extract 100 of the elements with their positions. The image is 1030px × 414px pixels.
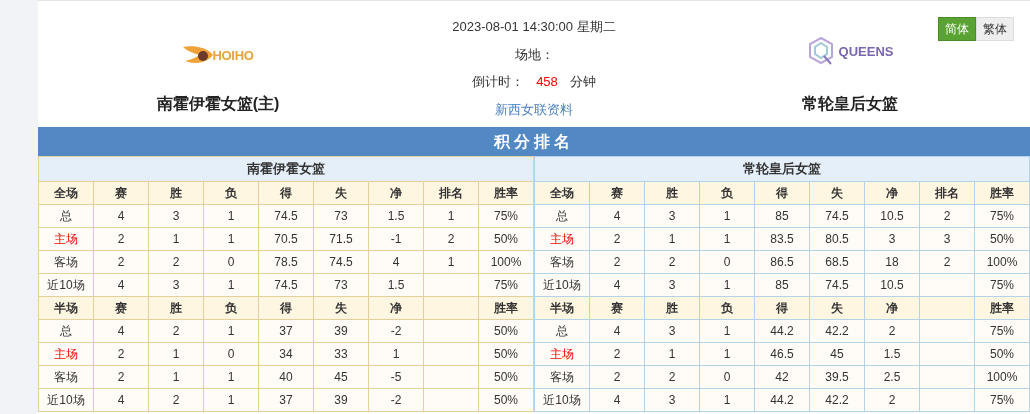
table-cell: 1 xyxy=(668,232,676,246)
table-cell: 2 xyxy=(117,232,125,246)
column-header: 排名 xyxy=(935,186,959,200)
table-cell: 客场 xyxy=(550,255,574,269)
table-cell: 1 xyxy=(447,255,455,269)
table-cell: 2 xyxy=(172,393,180,407)
table-cell: 83.5 xyxy=(770,232,794,246)
column-header: 失 xyxy=(831,186,843,200)
table-cell: 2 xyxy=(117,370,125,384)
countdown-label: 倒计时： xyxy=(472,73,525,91)
table-cell: 2 xyxy=(613,255,621,269)
table-cell: 1 xyxy=(227,232,235,246)
column-header: 负 xyxy=(721,301,733,315)
table-cell: 3 xyxy=(172,278,180,292)
column-header: 胜率 xyxy=(990,186,1014,200)
table-cell: 1 xyxy=(447,209,455,223)
table-cell: 75% xyxy=(990,324,1014,338)
table-cell: 45 xyxy=(334,370,348,384)
column-header: 半场 xyxy=(550,301,574,315)
table-cell: 4 xyxy=(392,255,400,269)
column-header: 胜率 xyxy=(494,301,518,315)
table-cell: 100% xyxy=(986,255,1018,269)
table-cell: 2 xyxy=(888,393,896,407)
table-cell: 42.2 xyxy=(825,393,849,407)
table-cell: 2.5 xyxy=(883,370,901,384)
table-cell: 4 xyxy=(613,324,621,338)
table-cell: 1 xyxy=(172,232,180,246)
table-cell: 总 xyxy=(556,324,568,338)
column-header: 负 xyxy=(225,301,237,315)
table-cell: 0 xyxy=(227,255,235,269)
column-header: 失 xyxy=(831,301,843,315)
away-team-name: 常轮皇后女篮 xyxy=(802,94,898,114)
table-cell: 100% xyxy=(490,255,522,269)
column-header: 赛 xyxy=(115,186,127,200)
column-header: 全场 xyxy=(550,186,574,200)
table-cell: 4 xyxy=(117,209,125,223)
column-header: 胜率 xyxy=(494,186,518,200)
table-cell: 0 xyxy=(723,255,731,269)
table-cell: -1 xyxy=(390,232,402,246)
table-cell: 4 xyxy=(117,324,125,338)
table-cell: 1 xyxy=(227,278,235,292)
column-header: 半场 xyxy=(54,301,78,315)
language-button[interactable]: 繁体 xyxy=(976,17,1014,41)
table-cell: 39 xyxy=(334,324,348,338)
table-cell: 2 xyxy=(172,255,180,269)
column-header: 失 xyxy=(335,186,347,200)
table-cell: 73 xyxy=(334,209,348,223)
table-cell: 18 xyxy=(885,255,899,269)
table-cell: 50% xyxy=(494,232,518,246)
column-header: 胜 xyxy=(666,301,678,315)
table-cell: 40 xyxy=(279,370,293,384)
column-header: 排名 xyxy=(439,186,463,200)
table-cell: 34 xyxy=(279,347,293,361)
table-cell: 33 xyxy=(334,347,348,361)
table-cell: 主场 xyxy=(54,347,78,361)
table-cell: 2 xyxy=(172,324,180,338)
table-cell: 75% xyxy=(990,209,1014,223)
column-header: 得 xyxy=(280,301,292,315)
column-header: 全场 xyxy=(54,186,78,200)
table-cell: 85 xyxy=(775,278,789,292)
table-cell: 0 xyxy=(227,347,235,361)
table-cell: 50% xyxy=(990,347,1014,361)
table-cell: -2 xyxy=(390,393,402,407)
table-cell: 0 xyxy=(723,370,731,384)
table-cell: 1 xyxy=(172,370,180,384)
table-cell: 10.5 xyxy=(880,209,904,223)
language-button[interactable]: 简体 xyxy=(938,17,976,41)
table-cell: 客场 xyxy=(54,255,78,269)
column-header: 得 xyxy=(776,186,788,200)
table-cell: 1 xyxy=(723,347,731,361)
table-cell: 近10场 xyxy=(543,278,581,292)
table-cell: 39.5 xyxy=(825,370,849,384)
table-cell: 46.5 xyxy=(770,347,794,361)
table-cell: 2 xyxy=(117,255,125,269)
team-logo: HOIHO xyxy=(182,35,254,75)
table-cell: 1 xyxy=(723,232,731,246)
column-header: 净 xyxy=(390,186,402,200)
table-cell: 50% xyxy=(494,324,518,338)
table-cell: 总 xyxy=(556,209,568,223)
column-header: 赛 xyxy=(611,186,623,200)
table-cell: 1.5 xyxy=(387,278,405,292)
table-cell: 2 xyxy=(943,209,951,223)
table-cell: 2 xyxy=(447,232,455,246)
table-cell: 1 xyxy=(723,324,731,338)
section-title: 积分排名 xyxy=(494,131,574,152)
venue-label: 场地： xyxy=(514,45,554,64)
table-cell: 3 xyxy=(668,209,676,223)
table-cell: 50% xyxy=(990,232,1014,246)
table-cell: 75% xyxy=(990,393,1014,407)
table-cell: 3 xyxy=(888,232,896,246)
table-cell: 4 xyxy=(613,278,621,292)
table-cell: 4 xyxy=(613,393,621,407)
table-cell: -2 xyxy=(390,324,402,338)
table-cell: 2 xyxy=(668,370,676,384)
table-cell: 50% xyxy=(494,370,518,384)
league-link[interactable]: 新西女联资料 xyxy=(495,99,573,119)
table-cell: 42.2 xyxy=(825,324,849,338)
countdown-value: 458 xyxy=(536,73,558,91)
home-team-name: 南霍伊霍女篮(主) xyxy=(156,94,280,114)
table-cell: 主场 xyxy=(550,232,574,246)
